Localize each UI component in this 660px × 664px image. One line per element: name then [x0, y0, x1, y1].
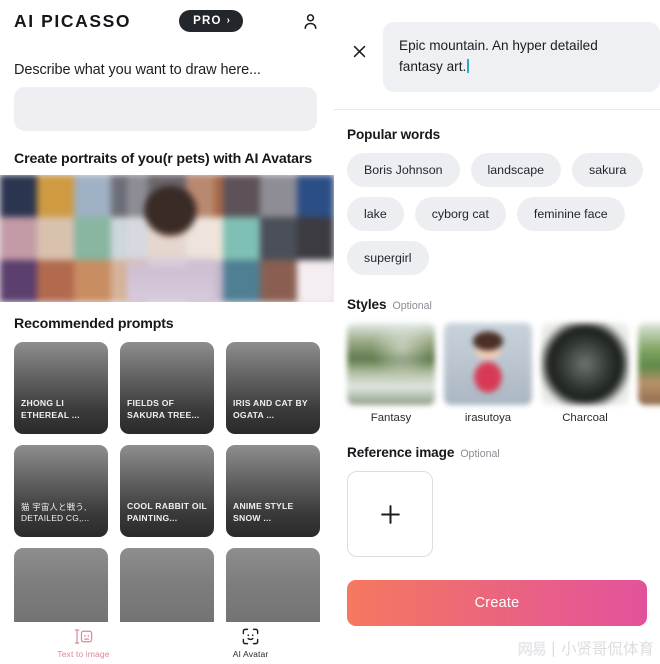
add-reference-image-button[interactable]: [347, 471, 433, 558]
style-label: 3D: [638, 412, 660, 424]
prompt-textarea[interactable]: Epic mountain. An hyper detailed fantasy…: [383, 22, 660, 93]
recommended-prompt-card[interactable]: 猫 宇宙人と戦う, DETAILED CG,...: [14, 445, 108, 537]
reference-image-title: Reference image: [347, 445, 455, 461]
style-label: Fantasy: [370, 412, 412, 425]
face-scan-icon: [242, 628, 259, 645]
chevron-right-icon: ›: [226, 15, 232, 26]
text-to-image-icon: [74, 629, 93, 644]
prompt-text: Epic mountain. An hyper detailed fantasy…: [399, 38, 598, 74]
prompt-input[interactable]: [14, 87, 317, 131]
popular-word-chip[interactable]: sakura: [572, 153, 644, 188]
text-caret: [467, 58, 469, 73]
style-option-3d[interactable]: 3D: [638, 323, 660, 424]
recommended-prompt-card[interactable]: ANIME STYLE SNOW ...: [226, 445, 320, 537]
nav-label: AI Avatar: [232, 649, 269, 659]
popular-word-chip[interactable]: landscape: [470, 153, 562, 188]
recommended-prompts-grid: ZHONG LI ETHEREAL ... FIELDS OF SAKURA T…: [14, 342, 334, 640]
close-icon[interactable]: [346, 38, 372, 64]
plus-icon: [380, 504, 400, 524]
recommended-prompt-label: FIELDS OF SAKURA TREE...: [127, 398, 200, 421]
account-icon[interactable]: [298, 9, 322, 33]
recommended-prompts-title: Recommended prompts: [14, 316, 174, 332]
style-option-fantasy[interactable]: Fantasy: [347, 323, 435, 424]
style-label: irasutoya: [464, 412, 512, 425]
recommended-prompt-card[interactable]: IRIS AND CAT BY OGATA ...: [226, 342, 320, 434]
recommended-prompt-card[interactable]: COOL RABBIT OIL PAINTING...: [120, 445, 214, 537]
pro-button[interactable]: PRO ›: [179, 10, 244, 32]
ai-avatars-banner[interactable]: [0, 175, 334, 302]
popular-word-chip[interactable]: cyborg cat: [414, 197, 506, 232]
popular-word-chip[interactable]: supergirl: [347, 241, 429, 276]
style-option-irasutoya[interactable]: irasutoya: [444, 323, 532, 424]
nav-item-ai-avatar[interactable]: AI Avatar: [167, 627, 334, 659]
ai-avatars-banner-title: Create portraits of you(r pets) with AI …: [14, 151, 313, 167]
describe-label: Describe what you want to draw here...: [14, 62, 261, 78]
recommended-prompt-card[interactable]: FIELDS OF SAKURA TREE...: [120, 342, 214, 434]
recommended-prompt-label: COOL RABBIT OIL PAINTING...: [127, 501, 207, 524]
popular-word-chip[interactable]: feminine face: [516, 197, 625, 232]
style-label: Charcoal: [562, 412, 608, 425]
recommended-prompt-label: 猫 宇宙人と戦う, DETAILED CG,...: [21, 501, 90, 524]
style-thumbnail: [347, 323, 435, 406]
banner-portrait: [126, 175, 214, 302]
app-header: AI PICASSO PRO ›: [0, 0, 334, 42]
style-thumbnail: [638, 323, 660, 406]
pro-label: PRO: [193, 15, 222, 27]
reference-image-header: Reference image Optional: [334, 445, 660, 460]
recommended-prompt-label: ZHONG LI ETHEREAL ...: [21, 398, 80, 421]
right-panel: Epic mountain. An hyper detailed fantasy…: [334, 0, 660, 664]
popular-words-header: Popular words: [334, 127, 660, 142]
nav-label: Text to image: [57, 649, 110, 659]
nav-item-text-to-image[interactable]: Text to image: [0, 627, 167, 659]
recommended-prompt-card[interactable]: ZHONG LI ETHEREAL ...: [14, 342, 108, 434]
popular-words-title: Popular words: [347, 127, 441, 143]
app-logo: AI PICASSO: [14, 10, 132, 31]
bottom-navigation: Text to image AI Avatar: [0, 622, 334, 664]
popular-word-chip[interactable]: Boris Johnson: [347, 153, 460, 188]
style-option-charcoal[interactable]: Charcoal: [541, 323, 629, 424]
styles-carousel: Fantasy irasutoya Charcoal 3D: [334, 323, 660, 424]
popular-words-chips: Boris Johnson landscape sakura lake cybo…: [334, 153, 660, 276]
styles-optional-label: Optional: [392, 300, 432, 313]
reference-optional-label: Optional: [460, 448, 500, 461]
prompt-editor-row: Epic mountain. An hyper detailed fantasy…: [334, 0, 660, 93]
create-button-label: Create: [474, 595, 520, 612]
ai-picasso-app: AI PICASSO PRO › Describe what you want …: [0, 0, 660, 664]
create-button[interactable]: Create: [347, 580, 647, 627]
styles-header: Styles Optional: [334, 297, 660, 312]
style-thumbnail: [444, 323, 532, 406]
styles-title: Styles: [347, 297, 387, 313]
recommended-prompt-label: ANIME STYLE SNOW ...: [233, 501, 294, 524]
divider: [334, 109, 660, 111]
popular-word-chip[interactable]: lake: [347, 197, 404, 232]
recommended-prompt-label: IRIS AND CAT BY OGATA ...: [233, 398, 308, 421]
style-thumbnail: [541, 323, 629, 406]
left-panel: AI PICASSO PRO › Describe what you want …: [0, 0, 334, 664]
